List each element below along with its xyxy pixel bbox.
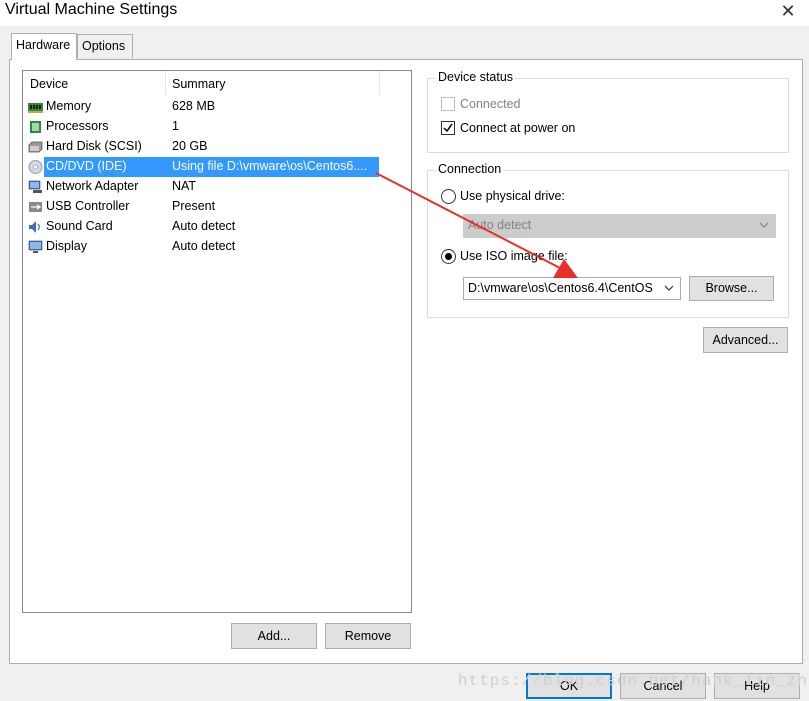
connection-title: Connection [436, 162, 504, 176]
column-divider[interactable] [379, 71, 380, 95]
device-status-title: Device status [436, 70, 516, 84]
chevron-down-icon [664, 285, 674, 291]
device-summary: Auto detect [172, 239, 236, 253]
iso-path-combobox[interactable]: D:\vmware\os\Centos6.4\CentOS [463, 277, 681, 300]
window-title: Virtual Machine Settings [5, 1, 178, 18]
device-name: Hard Disk (SCSI) [46, 139, 142, 153]
browse-button[interactable]: Browse... [689, 276, 774, 301]
advanced-button[interactable]: Advanced... [703, 327, 788, 353]
chevron-down-icon [759, 222, 769, 228]
column-header-device[interactable]: Device [30, 77, 68, 91]
connect-at-power-on-label: Connect at power on [460, 121, 576, 135]
tab-hardware-label: Hardware [16, 38, 71, 52]
tab-options-label: Options [82, 39, 126, 53]
device-name: Network Adapter [46, 179, 139, 193]
add-device-button[interactable]: Add... [231, 623, 317, 649]
device-name: Memory [46, 99, 92, 113]
device-summary: Using file D:\vmware\os\Centos6.... [172, 159, 368, 173]
device-name: USB Controller [46, 199, 130, 213]
device-summary: 20 GB [172, 139, 208, 153]
physical-drive-value: Auto detect [468, 218, 532, 232]
iso-path-value: D:\vmware\os\Centos6.4\CentOS [468, 281, 653, 295]
device-summary: Auto detect [172, 219, 236, 233]
remove-device-button[interactable]: Remove [325, 623, 411, 649]
display-icon [28, 240, 43, 253]
device-row-memory[interactable]: Memory 628 MB [23, 97, 411, 117]
title-bar: Virtual Machine Settings ✕ [0, 0, 809, 26]
physical-drive-select[interactable]: Auto detect [463, 214, 776, 238]
device-row-network-adapter[interactable]: Network Adapter NAT [23, 177, 411, 197]
hard-disk-icon [28, 141, 43, 153]
device-list[interactable]: Device Summary Memory 628 MB Processors … [22, 70, 412, 613]
column-divider[interactable] [165, 71, 166, 95]
network-adapter-icon [28, 180, 42, 193]
device-row-display[interactable]: Display Auto detect [23, 237, 411, 257]
device-row-usb-controller[interactable]: USB Controller Present [23, 197, 411, 217]
device-row-cd-dvd[interactable]: CD/DVD (IDE) Using file D:\vmware\os\Cen… [23, 157, 411, 177]
processor-icon [30, 121, 41, 133]
column-header-summary[interactable]: Summary [172, 77, 225, 91]
device-summary: 1 [172, 119, 179, 133]
device-summary: Present [172, 199, 216, 213]
device-summary: 628 MB [172, 99, 216, 113]
sound-card-icon [29, 221, 40, 233]
use-physical-drive-label: Use physical drive: [460, 189, 565, 203]
list-header: Device Summary [23, 71, 411, 97]
cd-dvd-icon [28, 160, 43, 174]
use-iso-image-label: Use ISO image file: [460, 249, 568, 263]
tab-hardware[interactable]: Hardware [11, 33, 77, 60]
memory-icon [28, 103, 43, 113]
device-name: Sound Card [46, 219, 113, 233]
watermark: https://blog.csdn.net/hank_lin_zhe [458, 672, 809, 690]
close-icon[interactable]: ✕ [775, 0, 801, 22]
radio-selected-dot [445, 253, 452, 260]
connected-label: Connected [460, 97, 521, 111]
use-iso-image-radio[interactable] [441, 249, 456, 264]
connect-at-power-on-checkbox[interactable] [441, 121, 455, 135]
checkmark-icon [443, 123, 453, 133]
usb-icon [29, 202, 42, 212]
tab-options[interactable]: Options [77, 34, 133, 58]
use-physical-drive-radio[interactable] [441, 189, 456, 204]
device-row-sound-card[interactable]: Sound Card Auto detect [23, 217, 411, 237]
device-row-processors[interactable]: Processors 1 [23, 117, 411, 137]
device-status-group: Device status [427, 70, 789, 153]
device-name: Display [46, 239, 87, 253]
device-name: CD/DVD (IDE) [46, 159, 127, 173]
device-summary: NAT [172, 179, 197, 193]
device-name: Processors [46, 119, 109, 133]
connected-checkbox[interactable] [441, 97, 455, 111]
device-row-hard-disk[interactable]: Hard Disk (SCSI) 20 GB [23, 137, 411, 157]
